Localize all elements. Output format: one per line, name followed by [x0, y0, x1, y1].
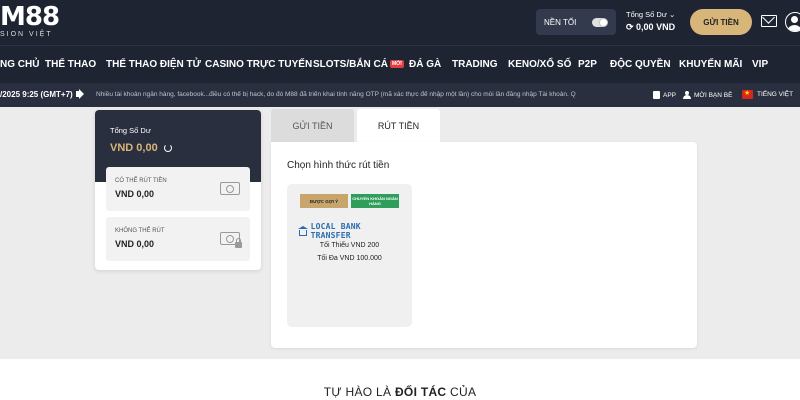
announcement-text: Nhiều tài khoản ngân hàng, facebook...đi…: [96, 91, 576, 98]
nav-item-p2p[interactable]: P2P: [578, 59, 597, 70]
nav-item-promotions[interactable]: KHUYẾN MÃI: [679, 59, 742, 70]
phone-icon: [653, 91, 660, 99]
main-nav: NG CHỦ THỂ THAO THỂ THAO ĐIỆN TỬ CASINO …: [0, 45, 800, 83]
speaker-icon: [76, 91, 80, 97]
nav-item-vip[interactable]: VIP: [752, 59, 768, 70]
withdrawable-card: CÓ THỂ RÚT TIỀN VND 0,00: [106, 167, 250, 211]
nav-item-slots[interactable]: SLOTS/BẮN CÁ MỚI: [313, 59, 404, 70]
withdraw-heading: Chọn hình thức rút tiền: [287, 160, 390, 171]
header-balance-label: Tổng Số Dư ⌄: [626, 10, 676, 19]
lock-icon: [235, 238, 242, 248]
brand-logo[interactable]: M88 SION VIỆT: [0, 2, 60, 38]
app-link[interactable]: APP: [653, 91, 676, 99]
app-label: APP: [663, 91, 677, 99]
dark-mode-label: NỀN TỐI: [544, 17, 577, 27]
language-label: TIẾNG VIỆT: [757, 91, 794, 98]
total-balance-amount: VND 0,00: [110, 142, 158, 154]
refresh-icon[interactable]: [163, 144, 172, 152]
partners-title: TỰ HÀO LÀ ĐỐI TÁC CỦA: [0, 385, 800, 399]
dark-mode-toggle[interactable]: NỀN TỐI: [536, 9, 616, 35]
nav-item-home[interactable]: NG CHỦ: [0, 59, 39, 70]
withdraw-panel: Chọn hình thức rút tiền ĐƯỢC GỢI Ý CHUYỂ…: [271, 142, 697, 348]
nav-item-esports[interactable]: THỂ THAO ĐIỆN TỬ: [106, 59, 201, 70]
nav-item-slots-label: SLOTS/BẮN CÁ: [313, 59, 388, 70]
tab-withdraw[interactable]: RÚT TIỀN: [357, 109, 440, 142]
header-balance-amount: 0,00 VND: [636, 22, 676, 32]
deposit-button[interactable]: GỬI TIỀN: [690, 9, 752, 35]
new-badge: MỚI: [390, 60, 404, 69]
people-icon: [683, 91, 691, 99]
header-balance[interactable]: Tổng Số Dư ⌄ ⟳ 0,00 VND: [626, 10, 675, 33]
method-card-local-bank[interactable]: ĐƯỢC GỢI Ý CHUYỂN KHOẢN NGÂN HÀNG LOCAL …: [287, 184, 412, 327]
nav-item-exclusive[interactable]: ĐỘC QUYỀN: [610, 59, 671, 70]
locked-card: KHÔNG THỂ RÚT VND 0,00: [106, 217, 250, 261]
logo-text: M88: [0, 2, 60, 32]
bank-transfer-tag: CHUYỂN KHOẢN NGÂN HÀNG: [351, 194, 399, 208]
nav-item-sports[interactable]: THỂ THAO: [45, 59, 96, 70]
partners-title-bold: ĐỐI TÁC: [394, 385, 447, 399]
referral-label: MỜI BẠN BÈ: [694, 91, 733, 99]
language-selector[interactable]: TIẾNG VIỆT: [742, 89, 794, 99]
method-name: LOCAL BANK TRANSFER: [310, 222, 361, 240]
balance-panel: Tổng Số Dư VND 0,00 CÓ THỂ RÚT TIỀN VND …: [95, 110, 261, 270]
user-icon[interactable]: [785, 12, 800, 32]
nav-item-casino[interactable]: CASINO TRỰC TUYẾN: [205, 59, 312, 70]
local-bank-logo: LOCAL BANK TRANSFER: [298, 222, 402, 240]
partners-section: TỰ HÀO LÀ ĐỐI TÁC CỦA: [0, 359, 800, 400]
logo-subtext: SION VIỆT: [0, 31, 53, 38]
announcement-bar: /2025 9:25 (GMT+7) Nhiều tài khoản ngân …: [0, 83, 800, 107]
nav-item-keno-lottery[interactable]: KENO/XỔ SỐ: [508, 59, 571, 70]
main-content: Tổng Số Dư VND 0,00 CÓ THỂ RÚT TIỀN VND …: [0, 107, 800, 359]
partners-title-suffix: CỦA: [446, 385, 477, 399]
mail-icon[interactable]: [761, 15, 777, 27]
min-limit: Tối Thiểu VND 200: [319, 242, 380, 249]
max-limit: Tối Đa VND 100.000: [317, 255, 382, 262]
top-header: M88 SION VIỆT NỀN TỐI Tổng Số Dư ⌄ ⟳ 0,0…: [0, 0, 800, 45]
header-balance-value: ⟳ 0,00 VND: [626, 22, 676, 32]
vietnam-flag-icon: [742, 89, 753, 99]
nav-item-cockfight[interactable]: ĐÁ GÀ: [409, 59, 441, 70]
tab-deposit[interactable]: GỬI TIỀN: [271, 109, 354, 142]
total-balance-label: Tổng Số Dư: [110, 126, 151, 135]
partners-title-prefix: TỰ HÀO LÀ: [323, 385, 395, 399]
total-balance-value: VND 0,00: [110, 142, 246, 154]
cash-icon: [220, 182, 240, 195]
referral-link[interactable]: MỜI BẠN BÈ: [683, 91, 732, 99]
toggle-switch-icon[interactable]: [592, 17, 608, 27]
recommended-tag: ĐƯỢC GỢI Ý: [300, 194, 348, 208]
datetime: /2025 9:25 (GMT+7): [0, 90, 73, 99]
nav-item-trading[interactable]: TRADING: [452, 59, 498, 70]
bank-icon: [298, 226, 308, 236]
